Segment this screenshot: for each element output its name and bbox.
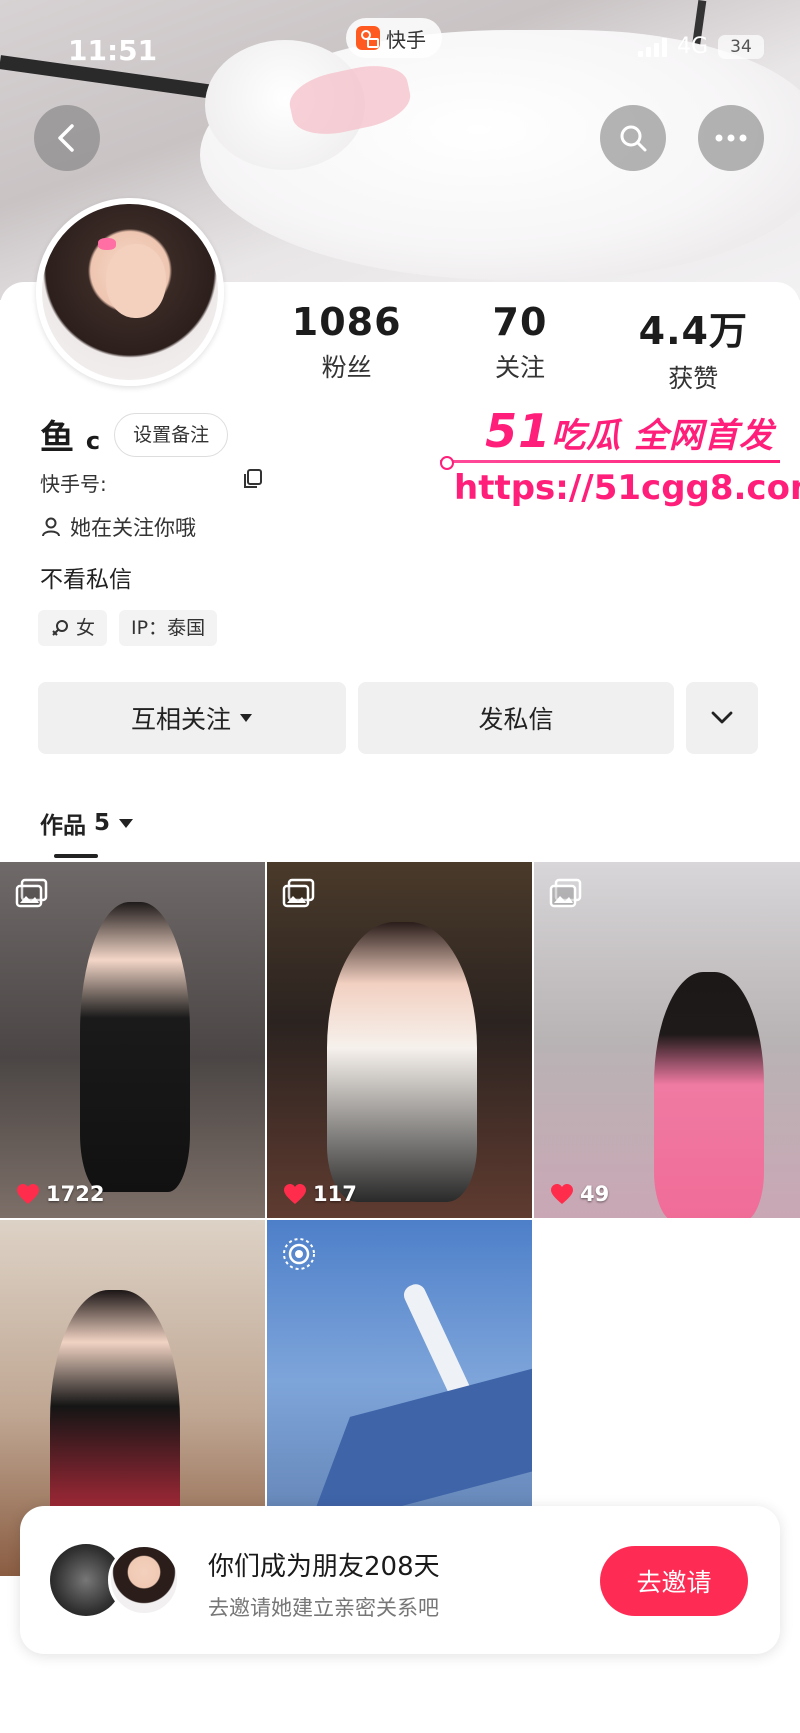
search-icon [620, 125, 647, 152]
like-count: 117 [283, 1182, 357, 1206]
profile-stats: 1086 粉丝 70 关注 4.4万 获赞 [260, 300, 780, 395]
stat-label: 粉丝 [321, 353, 372, 382]
friendship-title: 你们成为朋友208天 [208, 1552, 440, 1582]
more-button[interactable] [698, 105, 764, 171]
gender-text: 女 [76, 617, 96, 639]
works-tab-label: 作品 [40, 813, 86, 839]
copy-icon[interactable] [242, 468, 264, 490]
friend-avatar [108, 1544, 180, 1616]
tab-works[interactable]: 作品 5 [40, 806, 134, 840]
female-icon [52, 620, 68, 636]
stat-likes[interactable]: 4.4万 获赞 [613, 300, 773, 395]
watermark-url: https://51cgg8.com [454, 468, 800, 508]
works-count: 5 [94, 810, 111, 836]
person-icon [42, 517, 60, 537]
chevron-left-icon [58, 124, 74, 152]
app-indicator: 快手 [346, 18, 442, 58]
heart-icon [551, 1184, 573, 1204]
like-count: 49 [550, 1182, 609, 1206]
stat-fans[interactable]: 1086 粉丝 [267, 300, 427, 395]
work-tile[interactable]: 1722 [0, 862, 265, 1218]
profile-avatar[interactable] [36, 198, 224, 386]
work-tile[interactable]: 49 [534, 862, 800, 1218]
kuaishou-id: 快手号: [40, 468, 107, 497]
ip-tag: IP：泰国 [119, 610, 218, 646]
follows-you-note: 她在关注你哦 [40, 512, 196, 542]
stat-value: 1086 [291, 300, 402, 344]
heart-icon [284, 1184, 306, 1204]
signal-icon [637, 37, 667, 57]
network-type: 4G [676, 34, 708, 59]
mutual-follow-button[interactable]: 互相关注 [38, 682, 346, 754]
expand-button[interactable] [686, 682, 758, 754]
search-button[interactable] [600, 105, 666, 171]
image-post-icon [282, 878, 315, 908]
mutual-follow-label: 互相关注 [130, 705, 231, 734]
kuaishou-id-label: 快手号: [40, 472, 107, 496]
chevron-down-icon [711, 711, 733, 724]
profile-bio: 不看私信 [40, 567, 132, 593]
works-grid: 1722 117 49 [0, 862, 800, 1576]
image-post-icon [549, 878, 582, 908]
battery-icon: 34 [718, 34, 764, 59]
stat-following[interactable]: 70 关注 [440, 300, 600, 395]
watermark-rule [440, 456, 780, 470]
set-remark-button[interactable]: 设置备注 [114, 412, 229, 457]
gender-tag: 女 [38, 610, 108, 646]
like-count: 1722 [16, 1182, 104, 1206]
stat-value: 4.4万 [638, 309, 748, 353]
live-photo-icon [283, 1238, 315, 1270]
friendship-popup: 你们成为朋友208天 去邀请她建立亲密关系吧 去邀请 [20, 1506, 780, 1654]
caret-down-icon [119, 819, 134, 828]
back-button[interactable] [34, 105, 100, 171]
watermark-title: 51吃瓜 全网首发 [485, 404, 774, 458]
stat-value: 70 [492, 300, 548, 344]
profile-name: 鱼 c [40, 418, 101, 458]
profile-tags: 女 IP：泰国 [38, 610, 218, 646]
follow-note-text: 她在关注你哦 [70, 516, 196, 540]
invite-button[interactable]: 去邀请 [600, 1546, 748, 1616]
heart-icon [17, 1184, 39, 1204]
send-message-label: 发私信 [478, 705, 554, 734]
caret-down-icon [240, 714, 252, 722]
work-tile[interactable]: 117 [267, 862, 532, 1218]
stat-label: 获赞 [668, 364, 719, 393]
site-watermark: 51吃瓜 全网首发 https://51cgg8.com [440, 404, 800, 508]
stat-label: 关注 [494, 353, 545, 382]
tab-active-indicator [54, 854, 98, 858]
more-horizontal-icon [715, 134, 747, 142]
image-post-icon [15, 878, 48, 908]
app-name: 快手 [386, 27, 426, 52]
status-right: 4G 34 [637, 34, 764, 59]
friendship-subtitle: 去邀请她建立亲密关系吧 [208, 1596, 439, 1620]
kuaishou-logo-icon [356, 26, 380, 50]
send-message-button[interactable]: 发私信 [358, 682, 674, 754]
profile-actions: 互相关注 发私信 [38, 682, 758, 754]
status-time: 11:51 [68, 34, 158, 67]
name-row: 鱼 c 设置备注 [40, 410, 229, 459]
